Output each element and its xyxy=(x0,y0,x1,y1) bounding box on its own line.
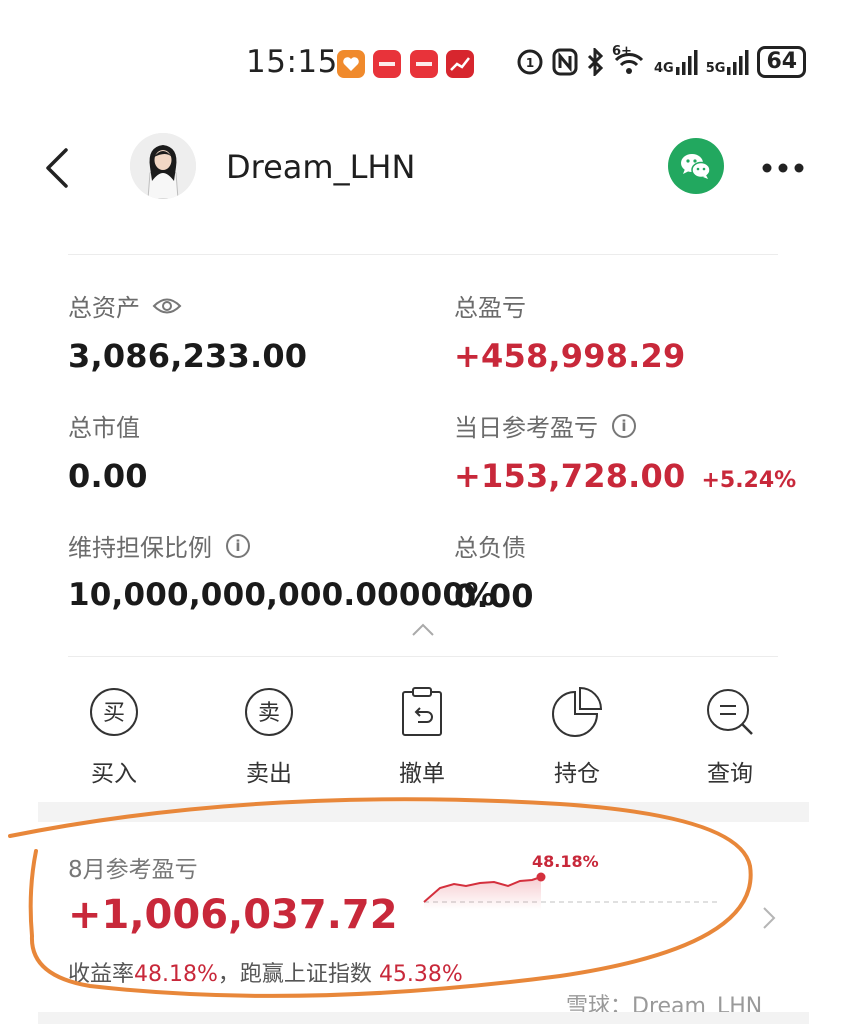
huawei-app-icon xyxy=(373,50,401,78)
network-4g: 4G xyxy=(654,61,674,76)
margin-ratio-label: 维持担保比例 xyxy=(68,534,212,562)
health-app-icon xyxy=(337,50,365,78)
search-icon xyxy=(707,689,753,735)
hd-call-icon: 1 xyxy=(517,49,543,75)
huawei-store-icon xyxy=(410,50,438,78)
total-pnl-block: 总盈亏 +458,998.29 xyxy=(454,288,685,375)
info-icon-2[interactable]: i xyxy=(226,533,250,558)
daily-pnl-value: +153,728.00 xyxy=(454,457,686,495)
orange-highlight-circle xyxy=(8,797,753,998)
market-value-block: 总市值 0.00 xyxy=(68,408,148,495)
cancel-order-button[interactable]: 撤单 xyxy=(372,686,472,788)
total-pnl-label: 总盈亏 xyxy=(454,294,526,322)
buy-icon-glyph: 买 xyxy=(103,701,125,726)
query-button[interactable]: 查询 xyxy=(680,686,780,788)
back-arrow-icon[interactable] xyxy=(40,146,80,190)
nfc-icon xyxy=(552,48,578,76)
signal-icon xyxy=(675,50,698,75)
svg-text:1: 1 xyxy=(526,56,534,70)
total-liabilities-block: 总负债 0.00 xyxy=(454,528,534,615)
total-assets-block: 总资产 3,086,233.00 xyxy=(68,288,307,375)
query-label: 查询 xyxy=(707,761,753,787)
battery-icon: 64 xyxy=(757,46,807,78)
buy-label: 买入 xyxy=(91,761,137,787)
sell-label: 卖出 xyxy=(246,761,292,787)
metrics-divider xyxy=(68,656,778,657)
daily-pnl-pct: +5.24% xyxy=(701,468,797,493)
total-assets-label: 总资产 xyxy=(68,294,140,322)
status-icons: 1 6+ 4G 5G 64 xyxy=(516,45,807,78)
positions-label: 持仓 xyxy=(554,761,600,787)
daily-pnl-label: 当日参考盈亏 xyxy=(454,414,598,442)
total-assets-value: 3,086,233.00 xyxy=(68,337,308,375)
bluetooth-icon xyxy=(587,48,604,76)
total-pnl-value: +458,998.29 xyxy=(454,337,686,375)
margin-ratio-block: 维持担保比例 i 10,000,000,000.00000% xyxy=(68,528,495,613)
avatar[interactable] xyxy=(130,133,196,199)
wechat-icon[interactable] xyxy=(668,138,724,194)
network-5g: 5G xyxy=(705,61,726,76)
market-value-label: 总市值 xyxy=(68,414,140,442)
collapse-chevron-icon[interactable] xyxy=(410,622,436,642)
more-dots-icon[interactable] xyxy=(758,160,808,174)
sell-button[interactable]: 卖 卖出 xyxy=(219,686,319,788)
status-time: 15:15 xyxy=(246,44,338,80)
market-value-value: 0.00 xyxy=(68,457,148,495)
pie-chart-icon xyxy=(552,686,603,737)
daily-pnl-block: 当日参考盈亏 i +153,728.00 +5.24% xyxy=(454,408,796,495)
margin-ratio-value: 10,000,000,000.00000% xyxy=(68,577,496,613)
total-liabilities-value: 0.00 xyxy=(454,577,534,615)
eye-icon[interactable] xyxy=(152,295,182,317)
bottom-separator xyxy=(38,1012,809,1024)
sell-icon-glyph: 卖 xyxy=(258,701,280,726)
info-icon[interactable]: i xyxy=(612,413,636,438)
buy-icon: 买 xyxy=(90,688,138,736)
cancel-order-label: 撤单 xyxy=(399,761,445,787)
sell-icon: 卖 xyxy=(245,688,293,736)
positions-button[interactable]: 持仓 xyxy=(527,686,627,788)
username: Dream_LHN xyxy=(226,148,416,186)
stock-app-icon xyxy=(446,50,474,78)
buy-button[interactable]: 买 买入 xyxy=(64,686,164,788)
signal-icon-2 xyxy=(727,50,749,75)
wifi-icon xyxy=(614,53,644,74)
total-liabilities-label: 总负债 xyxy=(454,534,526,562)
cancel-order-icon xyxy=(402,687,442,736)
header-divider xyxy=(68,254,778,255)
